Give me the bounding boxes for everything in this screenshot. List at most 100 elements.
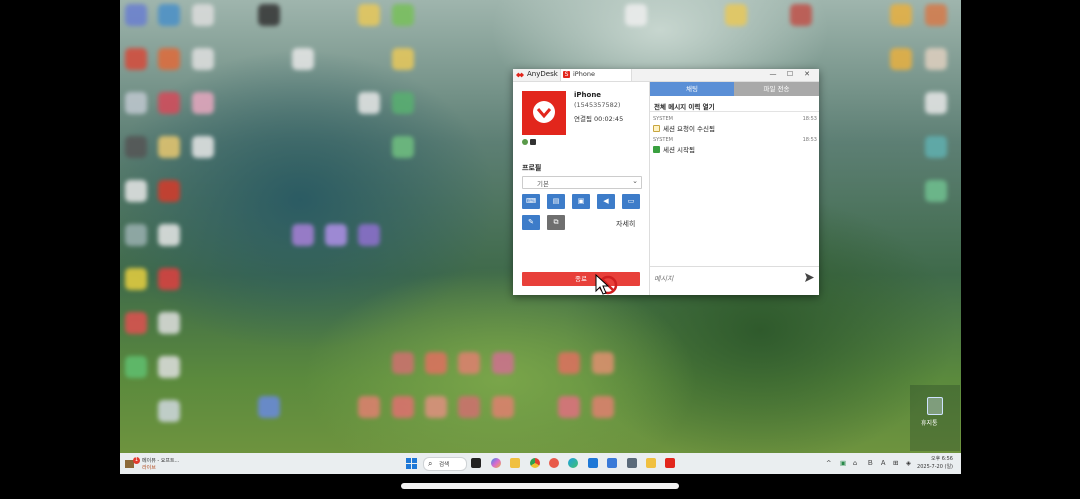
task-view-icon[interactable]: [471, 458, 481, 468]
desktop-icon[interactable]: [358, 396, 380, 418]
desktop-icon[interactable]: [358, 4, 380, 26]
desktop-icon[interactable]: [425, 352, 447, 374]
desktop-icon[interactable]: [890, 48, 912, 70]
screen-button[interactable]: ▭: [622, 194, 640, 209]
desktop-icon[interactable]: [158, 312, 180, 334]
windows-start-icon[interactable]: [406, 458, 417, 469]
input-control-button[interactable]: ⌨: [522, 194, 540, 209]
desktop-icon[interactable]: [392, 4, 414, 26]
desktop-icon[interactable]: [725, 4, 747, 26]
tab-file-transfer[interactable]: 파일 전송: [734, 82, 819, 96]
history-link[interactable]: 전체 메시지 이력 열기: [654, 101, 715, 111]
edge-icon[interactable]: [568, 458, 578, 468]
desktop-icon[interactable]: [125, 180, 147, 202]
desktop-icon[interactable]: [158, 180, 180, 202]
desktop-icon[interactable]: [125, 136, 147, 158]
copilot-icon[interactable]: [491, 458, 501, 468]
desktop-icon[interactable]: [158, 356, 180, 378]
desktop-icon[interactable]: [592, 352, 614, 374]
desktop-icon[interactable]: [258, 396, 280, 418]
desktop-icon[interactable]: [192, 92, 214, 114]
desktop-icon[interactable]: [158, 92, 180, 114]
anydesk-icon[interactable]: [665, 458, 675, 468]
desktop-icon[interactable]: [358, 92, 380, 114]
desktop-icon[interactable]: [592, 396, 614, 418]
desktop-icon[interactable]: [125, 356, 147, 378]
recycle-bin[interactable]: 휴지통: [910, 385, 960, 451]
desktop-icon[interactable]: [392, 352, 414, 374]
desktop-icon[interactable]: [392, 396, 414, 418]
file-explorer-icon[interactable]: [510, 458, 520, 468]
calculator-icon[interactable]: [627, 458, 637, 468]
desktop-icon[interactable]: [392, 92, 414, 114]
end-session-button[interactable]: 종료: [522, 272, 640, 286]
window-button[interactable]: ⧉: [547, 215, 565, 230]
desktop-icon[interactable]: [492, 352, 514, 374]
desktop-icon[interactable]: [158, 136, 180, 158]
desktop-icon[interactable]: [458, 352, 480, 374]
desktop-icon[interactable]: [392, 136, 414, 158]
desktop-icon[interactable]: [625, 4, 647, 26]
desktop-icon[interactable]: [125, 312, 147, 334]
desktop-icon[interactable]: [192, 48, 214, 70]
desktop-icon[interactable]: [925, 180, 947, 202]
desktop-icon[interactable]: [158, 268, 180, 290]
desktop-icon[interactable]: [158, 400, 180, 422]
desktop-icon[interactable]: [125, 224, 147, 246]
desktop-icon[interactable]: [158, 4, 180, 26]
taskbar-search[interactable]: ⌕ 검색: [423, 457, 467, 471]
desktop-icon[interactable]: [158, 48, 180, 70]
desktop-icon[interactable]: [125, 4, 147, 26]
desktop-icon[interactable]: [158, 224, 180, 246]
tab-chat[interactable]: 채팅: [650, 82, 734, 96]
tray-overflow-icon[interactable]: ^: [826, 459, 831, 467]
desktop-icon[interactable]: [790, 4, 812, 26]
desktop-icon[interactable]: [925, 4, 947, 26]
message-input[interactable]: [654, 272, 794, 286]
desktop-icon[interactable]: [890, 4, 912, 26]
notepad-icon[interactable]: [607, 458, 617, 468]
close-button[interactable]: ✕: [801, 70, 813, 78]
profile-select[interactable]: 기본 ⌄: [522, 176, 642, 189]
desktop-icon[interactable]: [325, 224, 347, 246]
desktop-icon[interactable]: [558, 352, 580, 374]
desktop-icon[interactable]: [292, 48, 314, 70]
store-icon[interactable]: [588, 458, 598, 468]
desktop-icon[interactable]: [125, 48, 147, 70]
clipboard-button[interactable]: ▣: [572, 194, 590, 209]
chrome-icon[interactable]: [530, 458, 540, 468]
tray-app-icon[interactable]: ▣: [840, 459, 846, 467]
desktop-icon[interactable]: [925, 136, 947, 158]
desktop-icon[interactable]: [125, 92, 147, 114]
desktop-icon[interactable]: [125, 268, 147, 290]
taskbar-time[interactable]: 오후 6:56: [911, 455, 953, 462]
taskbar-date[interactable]: 2025-7-20 (일): [898, 463, 953, 470]
file-button[interactable]: ▤: [547, 194, 565, 209]
send-icon[interactable]: [805, 273, 814, 282]
maximize-button[interactable]: ☐: [784, 70, 796, 78]
desktop-icon[interactable]: [492, 396, 514, 418]
details-link[interactable]: 자세히: [616, 219, 635, 229]
tray-app-icon[interactable]: ⌂: [853, 459, 857, 467]
tab-session-iphone[interactable]: S iPhone: [560, 69, 632, 81]
desktop-icon[interactable]: [358, 224, 380, 246]
minimize-button[interactable]: —: [767, 70, 779, 78]
tray-ime-icon[interactable]: Ａ: [880, 459, 887, 467]
desktop-icon[interactable]: [192, 136, 214, 158]
desktop-icon[interactable]: [925, 48, 947, 70]
desktop-icon[interactable]: [192, 4, 214, 26]
desktop-icon[interactable]: [558, 396, 580, 418]
audio-button[interactable]: ◀: [597, 194, 615, 209]
anydesk-titlebar[interactable]: AnyDesk S iPhone — ☐ ✕: [513, 69, 819, 82]
photos-icon[interactable]: [549, 458, 559, 468]
desktop-icon[interactable]: [458, 396, 480, 418]
home-indicator[interactable]: [401, 483, 679, 489]
tray-app-icon[interactable]: Ｂ: [867, 459, 874, 467]
onenote-icon[interactable]: [646, 458, 656, 468]
taskbar-notification[interactable]: 1 메이뷰 - 요프트... 라이브: [125, 456, 195, 471]
desktop-icon[interactable]: [392, 48, 414, 70]
desktop-icon[interactable]: [925, 92, 947, 114]
draw-button[interactable]: ✎: [522, 215, 540, 230]
desktop-icon[interactable]: [425, 396, 447, 418]
desktop-icon[interactable]: [258, 4, 280, 26]
